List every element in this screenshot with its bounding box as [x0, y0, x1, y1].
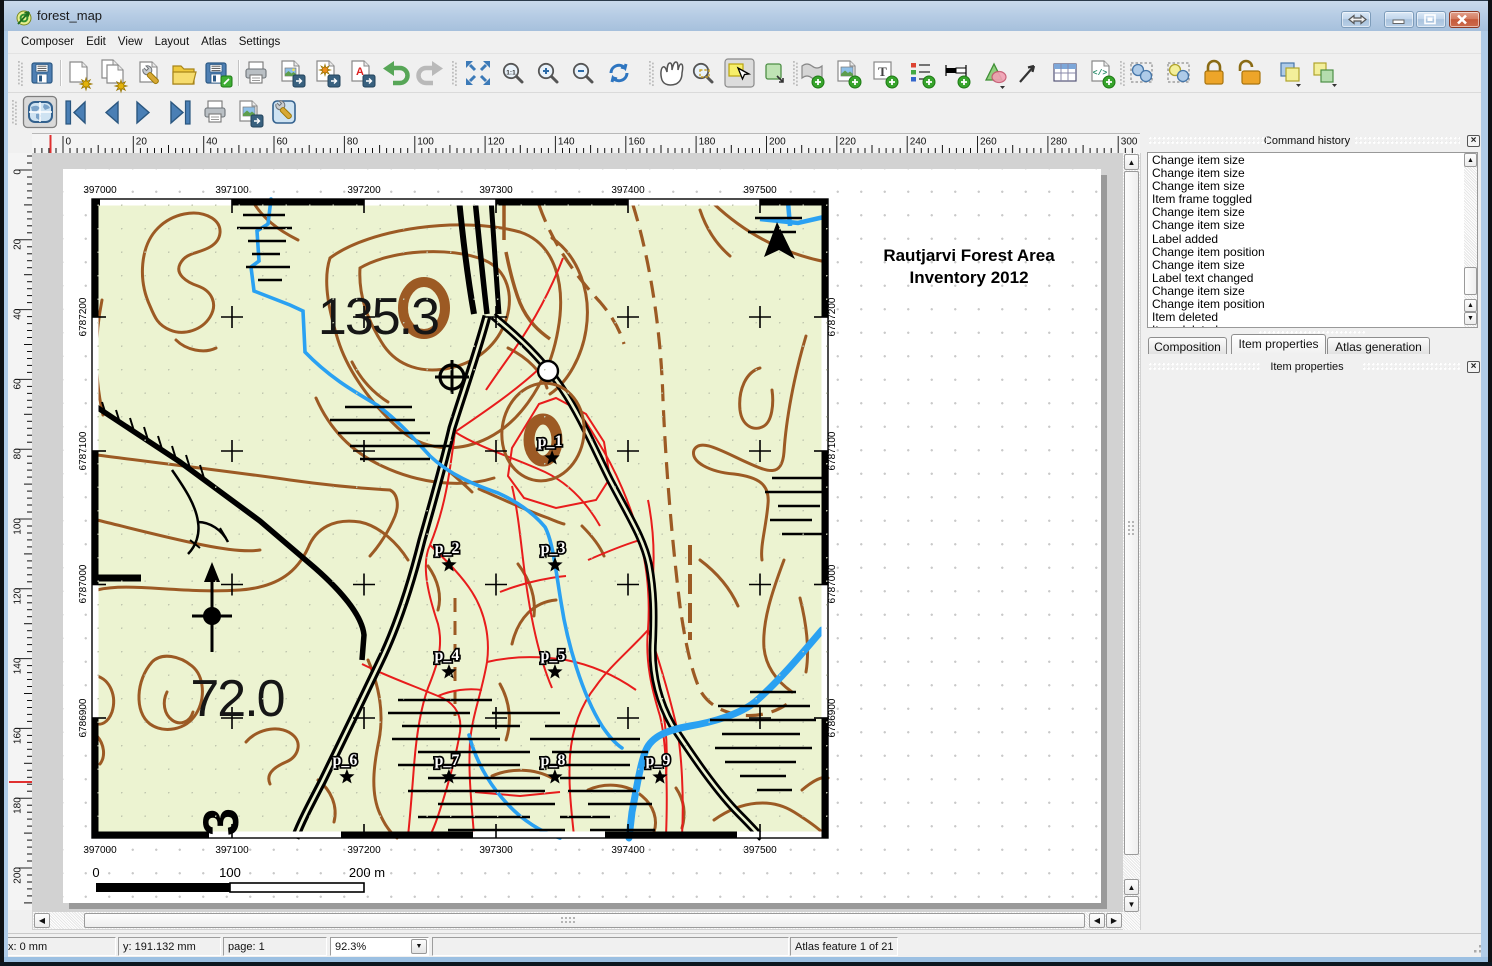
svg-text:397200: 397200: [347, 845, 381, 856]
svg-text:100: 100: [417, 137, 434, 148]
svg-text:397000: 397000: [83, 845, 117, 856]
svg-text:80: 80: [13, 448, 24, 460]
svg-text:Inventory 2012: Inventory 2012: [909, 268, 1028, 287]
svg-text:6786900: 6786900: [78, 698, 89, 737]
svg-text:280: 280: [1050, 137, 1067, 148]
svg-text:397400: 397400: [611, 185, 645, 196]
svg-text:6787200: 6787200: [827, 297, 838, 336]
svg-text:140: 140: [13, 657, 24, 674]
svg-text:397500: 397500: [743, 185, 777, 196]
svg-text:180: 180: [13, 797, 24, 814]
svg-text:80: 80: [347, 137, 359, 148]
svg-text:200: 200: [769, 137, 786, 148]
svg-text:6787000: 6787000: [827, 564, 838, 603]
svg-text:397100: 397100: [215, 845, 249, 856]
svg-text:Rautjarvi Forest Area: Rautjarvi Forest Area: [883, 246, 1055, 265]
svg-text:60: 60: [277, 137, 289, 148]
svg-text:397200: 397200: [347, 185, 381, 196]
svg-text:300: 300: [1121, 137, 1138, 148]
svg-text:200 m: 200 m: [349, 865, 385, 880]
svg-text:160: 160: [628, 137, 645, 148]
svg-text:160: 160: [13, 727, 24, 744]
svg-text:397500: 397500: [743, 845, 777, 856]
svg-text:220: 220: [839, 137, 856, 148]
svg-text:40: 40: [206, 137, 218, 148]
svg-text:0: 0: [66, 137, 72, 148]
svg-text:100: 100: [13, 518, 24, 535]
svg-text:200: 200: [13, 867, 24, 884]
svg-text:397300: 397300: [479, 845, 513, 856]
svg-text:6787200: 6787200: [78, 297, 89, 336]
svg-text:397400: 397400: [611, 845, 645, 856]
svg-text:20: 20: [136, 137, 148, 148]
svg-text:120: 120: [488, 137, 505, 148]
svg-text:0: 0: [13, 169, 24, 175]
svg-text:140: 140: [558, 137, 575, 148]
svg-text:260: 260: [980, 137, 997, 148]
svg-text:397300: 397300: [479, 185, 513, 196]
svg-text:60: 60: [13, 378, 24, 390]
svg-text:100: 100: [219, 865, 241, 880]
svg-text:20: 20: [13, 238, 24, 250]
svg-text:0: 0: [92, 865, 99, 880]
svg-text:6786900: 6786900: [827, 698, 838, 737]
svg-text:6787000: 6787000: [78, 564, 89, 603]
svg-text:120: 120: [13, 587, 24, 604]
svg-text:40: 40: [13, 308, 24, 320]
svg-text:240: 240: [910, 137, 927, 148]
svg-text:397100: 397100: [215, 185, 249, 196]
svg-text:6787100: 6787100: [78, 431, 89, 470]
svg-text:397000: 397000: [83, 185, 117, 196]
svg-text:180: 180: [699, 137, 716, 148]
svg-text:6787100: 6787100: [827, 431, 838, 470]
